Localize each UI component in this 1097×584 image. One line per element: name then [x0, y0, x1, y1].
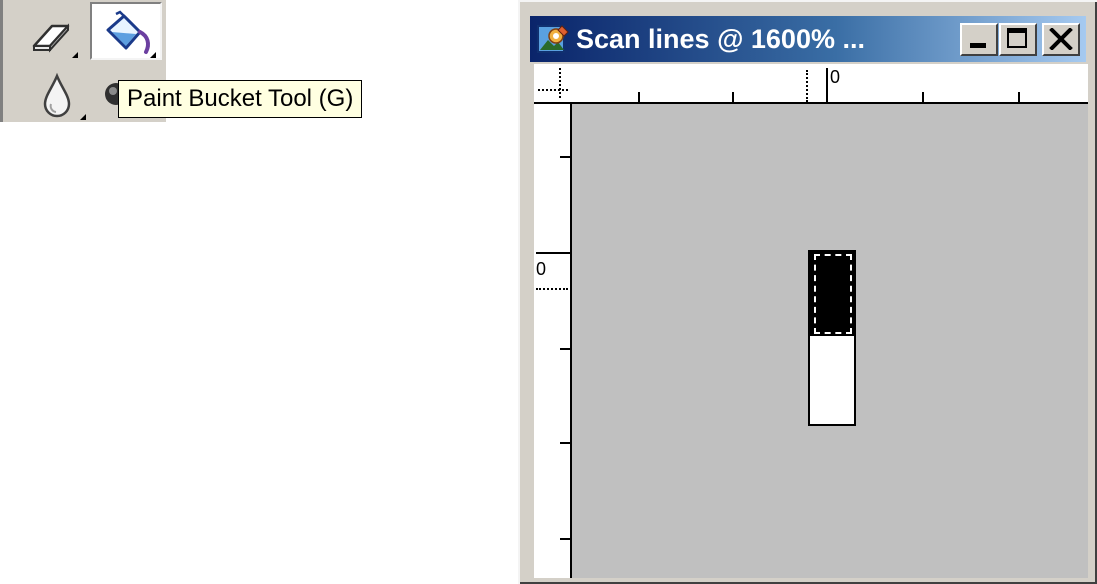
paint-bucket-tool-button[interactable]: [90, 2, 162, 60]
tool-tooltip: Paint Bucket Tool (G): [118, 80, 363, 118]
water-drop-icon: [43, 72, 71, 118]
ruler-zero-guide: [536, 288, 568, 290]
eraser-tool-flyout-indicator: [72, 52, 78, 58]
horizontal-ruler-origin-label: 0: [830, 67, 841, 87]
ruler-zero-tick: [536, 252, 570, 254]
minimize-icon: [970, 43, 986, 48]
close-icon: [1049, 28, 1073, 50]
photoshop-document-icon[interactable]: [536, 22, 570, 56]
vertical-ruler[interactable]: 0: [534, 104, 572, 578]
ruler-tick: [732, 92, 734, 102]
toolbox-panel: Paint Bucket Tool (G): [0, 0, 363, 124]
ruler-tick: [638, 92, 640, 102]
black-pixel-selected[interactable]: [808, 250, 856, 338]
close-button[interactable]: [1042, 23, 1080, 56]
ruler-tick: [922, 92, 924, 102]
ruler-zero-tick: [826, 68, 828, 102]
minimize-button[interactable]: [960, 23, 998, 56]
eraser-tool-button[interactable]: [18, 6, 90, 64]
ruler-tick: [560, 538, 570, 540]
paint-bucket-flyout-indicator: [150, 52, 156, 58]
document-titlebar[interactable]: Scan lines @ 1600% ...: [530, 16, 1086, 62]
ruler-tick: [560, 348, 570, 350]
vertical-ruler-origin-label: 0: [536, 259, 547, 279]
ruler-origin-marker: [538, 68, 570, 100]
ruler-tick: [560, 156, 570, 158]
maximize-button[interactable]: [999, 23, 1037, 56]
document-canvas[interactable]: [572, 104, 1088, 578]
ruler-tick: [1018, 92, 1020, 102]
ruler-zero-guide: [806, 70, 808, 102]
document-title: Scan lines @ 1600% ...: [576, 24, 865, 54]
paint-bucket-icon: [106, 10, 150, 54]
toolbox-edge: [0, 0, 3, 122]
white-pixel[interactable]: [808, 336, 856, 426]
document-window: Scan lines @ 1600% ... 0 0: [518, 0, 1097, 584]
maximize-icon: [1007, 28, 1027, 48]
marching-ants-selection: [814, 254, 852, 334]
blur-tool-flyout-indicator: [80, 114, 86, 120]
horizontal-ruler[interactable]: 0: [534, 64, 1088, 104]
blur-tool-button[interactable]: [18, 66, 90, 124]
ruler-tick: [560, 442, 570, 444]
